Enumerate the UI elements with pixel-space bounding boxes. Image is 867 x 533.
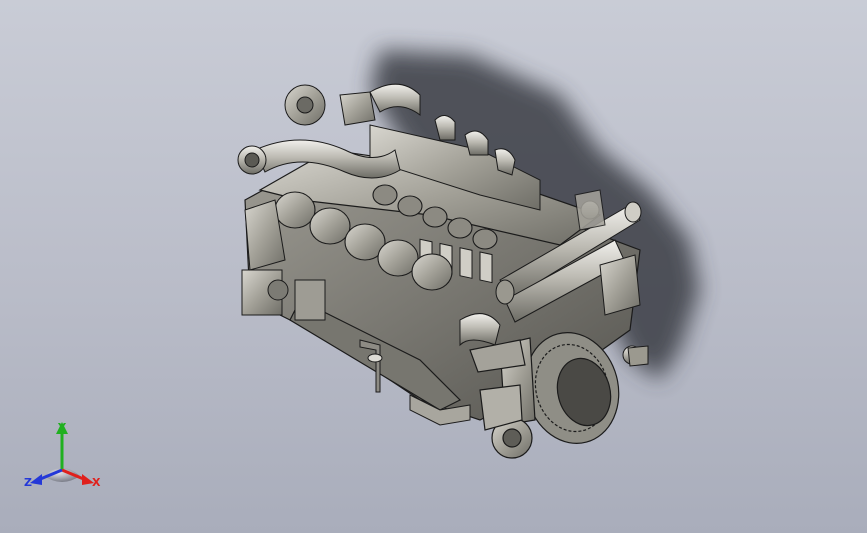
graphics-viewport[interactable]: Y X Z (0, 0, 867, 533)
z-axis-label: Z (24, 476, 32, 489)
y-axis-label: Y (57, 421, 67, 434)
coordinate-triad[interactable]: Y X Z (22, 418, 112, 498)
x-axis-label: X (92, 476, 101, 489)
engine-model[interactable] (0, 0, 867, 533)
